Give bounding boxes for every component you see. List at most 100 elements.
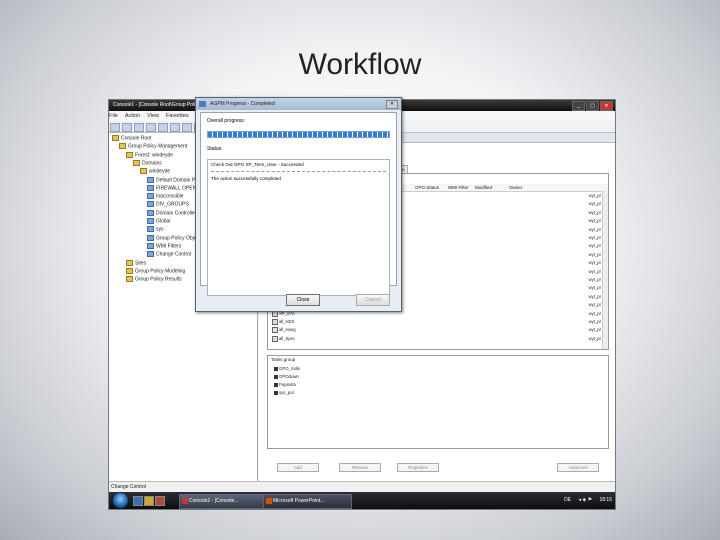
folder-icon [119, 143, 126, 150]
tree-item[interactable]: Sites [126, 259, 147, 266]
folder-icon [147, 209, 154, 216]
language-indicator[interactable]: DE [564, 497, 571, 503]
folder-icon [147, 184, 154, 191]
list-item[interactable]: Popinsta [274, 382, 296, 387]
gpo-owner: wyt_pr [588, 209, 601, 215]
mmc-icon [182, 498, 188, 504]
quicklaunch-icon[interactable] [155, 496, 165, 506]
cancel-button[interactable]: Cancel [356, 294, 390, 306]
minimize-button[interactable]: _ [572, 101, 585, 111]
tree-item[interactable]: Group Policy Results [126, 276, 182, 282]
tray-icons[interactable]: ◂ ◈ ⚑ [578, 497, 592, 503]
close-window-button[interactable]: ✕ [600, 101, 613, 111]
tree-item[interactable]: Change Control [147, 251, 191, 258]
task-label: GPO_mdis [279, 366, 301, 371]
show-tree-icon[interactable] [146, 123, 156, 132]
dialog-titlebar: AGPM Progress - Completed ✕ [196, 98, 401, 110]
task-label: Popinsta [279, 382, 296, 387]
folder-icon [140, 168, 147, 175]
gpo-owner: wyt_pr [588, 235, 601, 240]
table-row[interactable]: all_HDS [272, 319, 294, 325]
list-item[interactable]: GPO_mdis [274, 366, 300, 371]
tree-item[interactable]: Group Policy Management [119, 143, 188, 150]
action-buttons: Add Remove Properties Advanced [267, 463, 609, 472]
gpo-owner: wyt_pr [588, 277, 601, 282]
tree-item[interactable]: Forest: windeyde [126, 151, 174, 158]
tree-item[interactable]: Group Policy Modeling [126, 267, 185, 274]
tree-item-label: Group Policy Management [128, 143, 188, 150]
menu-item-file[interactable]: File [109, 113, 118, 119]
export-icon[interactable] [170, 123, 180, 132]
progress-dialog: AGPM Progress - Completed ✕ Overall prog… [195, 97, 402, 312]
folder-icon [147, 176, 154, 183]
table-row[interactable]: all_Spec [272, 335, 295, 342]
tree-item-label: Forest: windeyde [135, 151, 174, 158]
tree-item[interactable]: DIV_GROUPS [147, 201, 189, 208]
start-orb-icon[interactable] [113, 493, 128, 508]
tree-item[interactable]: windeyde [140, 168, 171, 175]
folder-icon [147, 201, 154, 208]
tree-item[interactable]: Console Root [112, 135, 151, 141]
tree-item-label: Console Root [121, 135, 152, 142]
column-header[interactable]: GPO Status [415, 184, 439, 191]
tree-item[interactable]: Domains [133, 159, 162, 166]
table-row[interactable]: all_Hang [272, 327, 296, 334]
remove-button[interactable]: Remove [339, 463, 381, 472]
help-icon[interactable] [182, 123, 192, 132]
clock[interactable]: 18:15 [599, 497, 612, 503]
gpo-owner: wyt_pr [588, 319, 601, 324]
gpo-name: all_Hang [279, 327, 296, 333]
tree-item[interactable]: Inaccessible [147, 193, 184, 199]
back-icon[interactable] [110, 123, 120, 132]
menu-item-action[interactable]: Action [125, 113, 140, 119]
dialog-body: Overall progress: Status: Check Out GPO … [200, 112, 397, 296]
folder-icon [126, 267, 133, 274]
dialog-close-icon[interactable]: ✕ [386, 100, 398, 109]
folder-icon [147, 218, 154, 224]
forward-icon[interactable] [122, 123, 132, 132]
tree-item[interactable]: sys [147, 226, 164, 233]
advanced-button[interactable]: Advanced [557, 463, 599, 472]
gpo-owner: wyt_pr [588, 251, 601, 257]
tree-item-label: Group Policy Results [135, 276, 182, 283]
properties-button[interactable]: Properties [397, 463, 439, 472]
task-icon [274, 374, 278, 379]
grid-scrollbar[interactable] [602, 191, 608, 349]
maximize-button[interactable]: ▢ [586, 101, 599, 111]
up-icon[interactable] [134, 123, 144, 132]
list-item[interactable]: sys_pol [274, 390, 294, 395]
gpo-owner: wyt_pr [588, 285, 601, 291]
tree-item[interactable]: WMI Filters [147, 242, 181, 249]
column-header[interactable]: Modified [475, 184, 492, 191]
folder-icon [147, 234, 154, 241]
tree-item[interactable]: Domain Controllers [147, 209, 199, 216]
taskbar-powerpoint[interactable]: Microsoft PowerPoint... [263, 494, 352, 509]
tree-item-label: windeyde [149, 168, 171, 175]
taskbar: Console2 - [Console... Microsoft PowerPo… [109, 492, 615, 509]
progress-bar [207, 131, 390, 138]
explorer-icon[interactable] [144, 496, 154, 506]
tree-item-label: Sites [135, 259, 147, 266]
taskbar-console[interactable]: Console2 - [Console... [179, 494, 270, 509]
column-header[interactable]: WMI Filter [448, 184, 469, 191]
tree-item-label: DIV_GROUPS [156, 201, 189, 208]
dialog-title: AGPM Progress - Completed [210, 101, 275, 107]
status-log[interactable]: Check Out GPO XP_Term_User - Succeeded T… [207, 159, 390, 296]
gpo-owner: wyt_pr [588, 268, 601, 274]
refresh-icon[interactable] [158, 123, 168, 132]
progress-fill [208, 132, 389, 137]
task-icon [274, 390, 278, 395]
gpo-owner: wyt_pr [588, 193, 601, 198]
tree-item[interactable]: Global [147, 218, 170, 224]
add-button[interactable]: Add [277, 463, 319, 472]
show-desktop-icon[interactable] [133, 496, 143, 506]
menu-item-favorites[interactable]: Favorites [166, 113, 189, 119]
taskbar-powerpoint-label: Microsoft PowerPoint... [273, 498, 325, 504]
column-header[interactable]: Owner [509, 184, 522, 191]
gpo-icon [272, 335, 278, 342]
list-item[interactable]: GPOdown [274, 374, 299, 379]
status-label: Status: [207, 146, 223, 152]
close-button[interactable]: Close [286, 294, 320, 306]
menu-item-view[interactable]: View [147, 113, 159, 119]
log-line: Check Out GPO XP_Term_User - Succeeded [211, 162, 304, 167]
